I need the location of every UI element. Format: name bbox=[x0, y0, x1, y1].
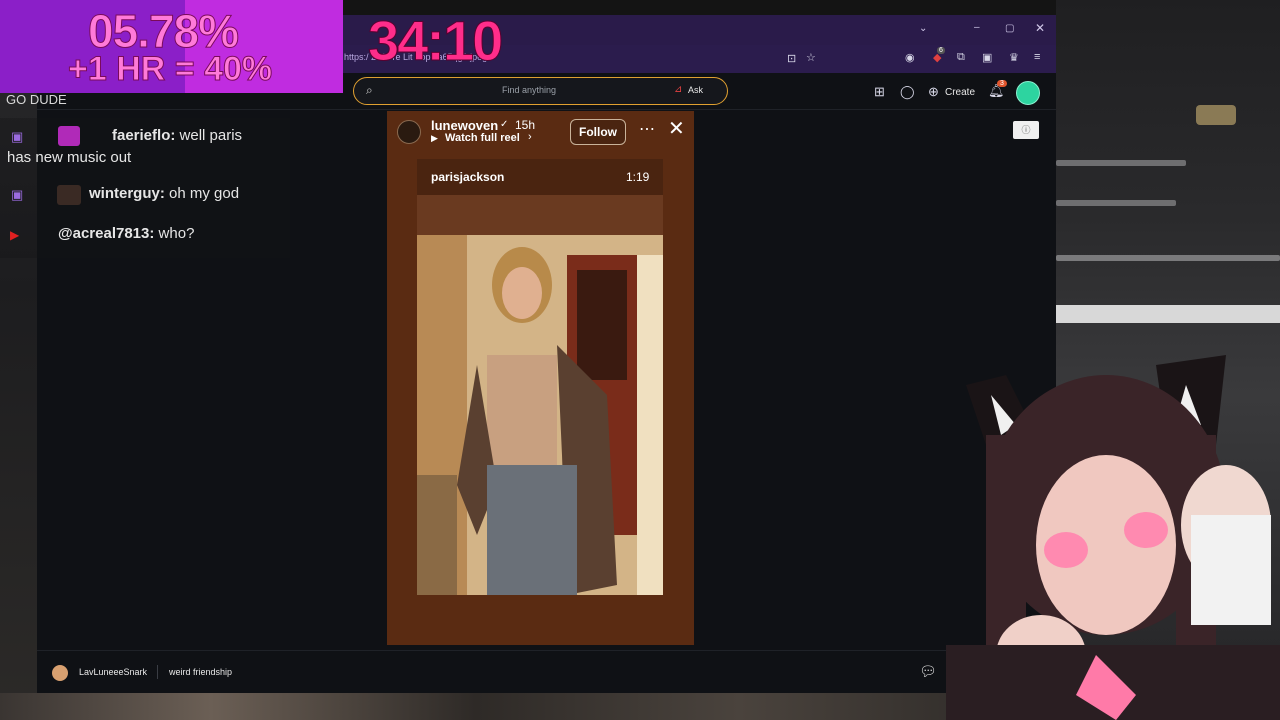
reel-author[interactable]: parisjackson bbox=[431, 170, 504, 184]
figurine bbox=[1196, 105, 1236, 125]
bottom-title: weird friendship bbox=[169, 667, 233, 677]
close-window-button[interactable]: ✕ bbox=[1035, 21, 1045, 35]
story-viewer: lunewoven ✓ 15h ▶ Watch full reel › Foll… bbox=[387, 111, 694, 645]
follow-button[interactable]: Follow bbox=[570, 119, 626, 145]
sidebar-icon[interactable]: ▣ bbox=[982, 51, 992, 64]
twitch-icon: ▣ bbox=[11, 129, 24, 144]
story-avatar[interactable] bbox=[397, 120, 421, 144]
chat-text: well paris bbox=[179, 127, 243, 144]
search-box[interactable]: ⌕ Find anything ⊿ Ask bbox=[353, 77, 728, 105]
reel-photo bbox=[417, 195, 663, 595]
shelf bbox=[1056, 255, 1280, 261]
download-icon[interactable]: ⊡ bbox=[787, 52, 796, 65]
story-time: 15h bbox=[515, 118, 536, 132]
avatar[interactable] bbox=[1016, 81, 1040, 105]
stream-timer: 34:10 bbox=[367, 9, 503, 73]
divider bbox=[157, 665, 158, 679]
info-icon[interactable]: ⓘ bbox=[1013, 121, 1039, 139]
minimize-button[interactable]: – bbox=[974, 22, 980, 33]
close-icon[interactable]: ✕ bbox=[668, 116, 685, 141]
browser-window: ⌄ – ▢ ✕ https:/ 2P% re Lit Fop Ja65qg1.j… bbox=[37, 15, 1056, 693]
plus-icon[interactable]: ⊕ bbox=[928, 84, 939, 100]
chat-username: faerieflo: bbox=[112, 127, 176, 144]
chat-text-continued: has new music out bbox=[7, 149, 132, 166]
more-options-icon[interactable]: ⋯ bbox=[639, 119, 655, 139]
bottom-bar: LavLuneeeSnark weird friendship 💬︎ bbox=[37, 650, 1056, 693]
comment-icon[interactable]: 💬︎ bbox=[919, 663, 937, 680]
verified-icon: ✓ bbox=[500, 119, 509, 130]
chevron-down-icon[interactable]: ⌄ bbox=[919, 23, 927, 34]
chat-username: winterguy: bbox=[89, 185, 165, 202]
shelf bbox=[1056, 160, 1186, 166]
chat-message: @acreal7813: who? bbox=[58, 225, 194, 242]
shelf bbox=[1056, 200, 1176, 206]
reel-icon: ▶ bbox=[431, 133, 438, 143]
crown-icon[interactable]: ♛ bbox=[1009, 51, 1019, 64]
shelf-light bbox=[1056, 305, 1280, 323]
search-placeholder: Find anything bbox=[502, 85, 557, 95]
chat-username: @acreal7813: bbox=[58, 225, 155, 242]
badge-icon bbox=[58, 126, 80, 146]
webcam-feed bbox=[946, 355, 1280, 720]
background-floor bbox=[0, 693, 1056, 720]
chevron-right-icon: › bbox=[528, 131, 532, 143]
chat-text: oh my god bbox=[169, 185, 240, 202]
menu-icon[interactable]: ≡ bbox=[1034, 51, 1040, 63]
reel-duration: 1:19 bbox=[626, 170, 650, 184]
user-avatar[interactable] bbox=[52, 665, 68, 681]
bookmark-star-icon[interactable]: ☆ bbox=[806, 51, 816, 64]
ask-icon: ⊿ bbox=[674, 84, 683, 95]
ask-button[interactable]: Ask bbox=[688, 85, 703, 95]
overlay-header-text: GO DUDE bbox=[6, 92, 67, 107]
create-button[interactable]: Create bbox=[945, 87, 975, 98]
notification-badge: 3 bbox=[997, 80, 1007, 87]
background-left bbox=[0, 0, 40, 720]
youtube-icon: ▶ bbox=[10, 228, 20, 242]
goal-hour-bonus: +1 HR = 40% bbox=[67, 50, 273, 89]
messages-icon[interactable]: ◯ bbox=[900, 84, 915, 100]
chat-message: winterguy: oh my god bbox=[89, 185, 239, 202]
account-icon[interactable]: ◉ bbox=[905, 51, 915, 64]
search-icon: ⌕ bbox=[366, 83, 373, 97]
puzzle-icon[interactable]: ⧉ bbox=[957, 51, 965, 64]
twitch-icon: ▣ bbox=[11, 187, 24, 202]
ads-icon[interactable]: ⊞ bbox=[874, 84, 885, 100]
extension-badge: 6 bbox=[937, 47, 945, 54]
maximize-button[interactable]: ▢ bbox=[1005, 23, 1014, 34]
bottom-username[interactable]: LavLuneeeSnark bbox=[79, 667, 147, 677]
watch-full-reel-link[interactable]: Watch full reel bbox=[445, 132, 520, 144]
story-username[interactable]: lunewoven bbox=[431, 118, 498, 133]
chat-message: faerieflo: well paris bbox=[112, 127, 242, 144]
chat-text: who? bbox=[158, 225, 195, 242]
badge-icon bbox=[57, 185, 81, 205]
